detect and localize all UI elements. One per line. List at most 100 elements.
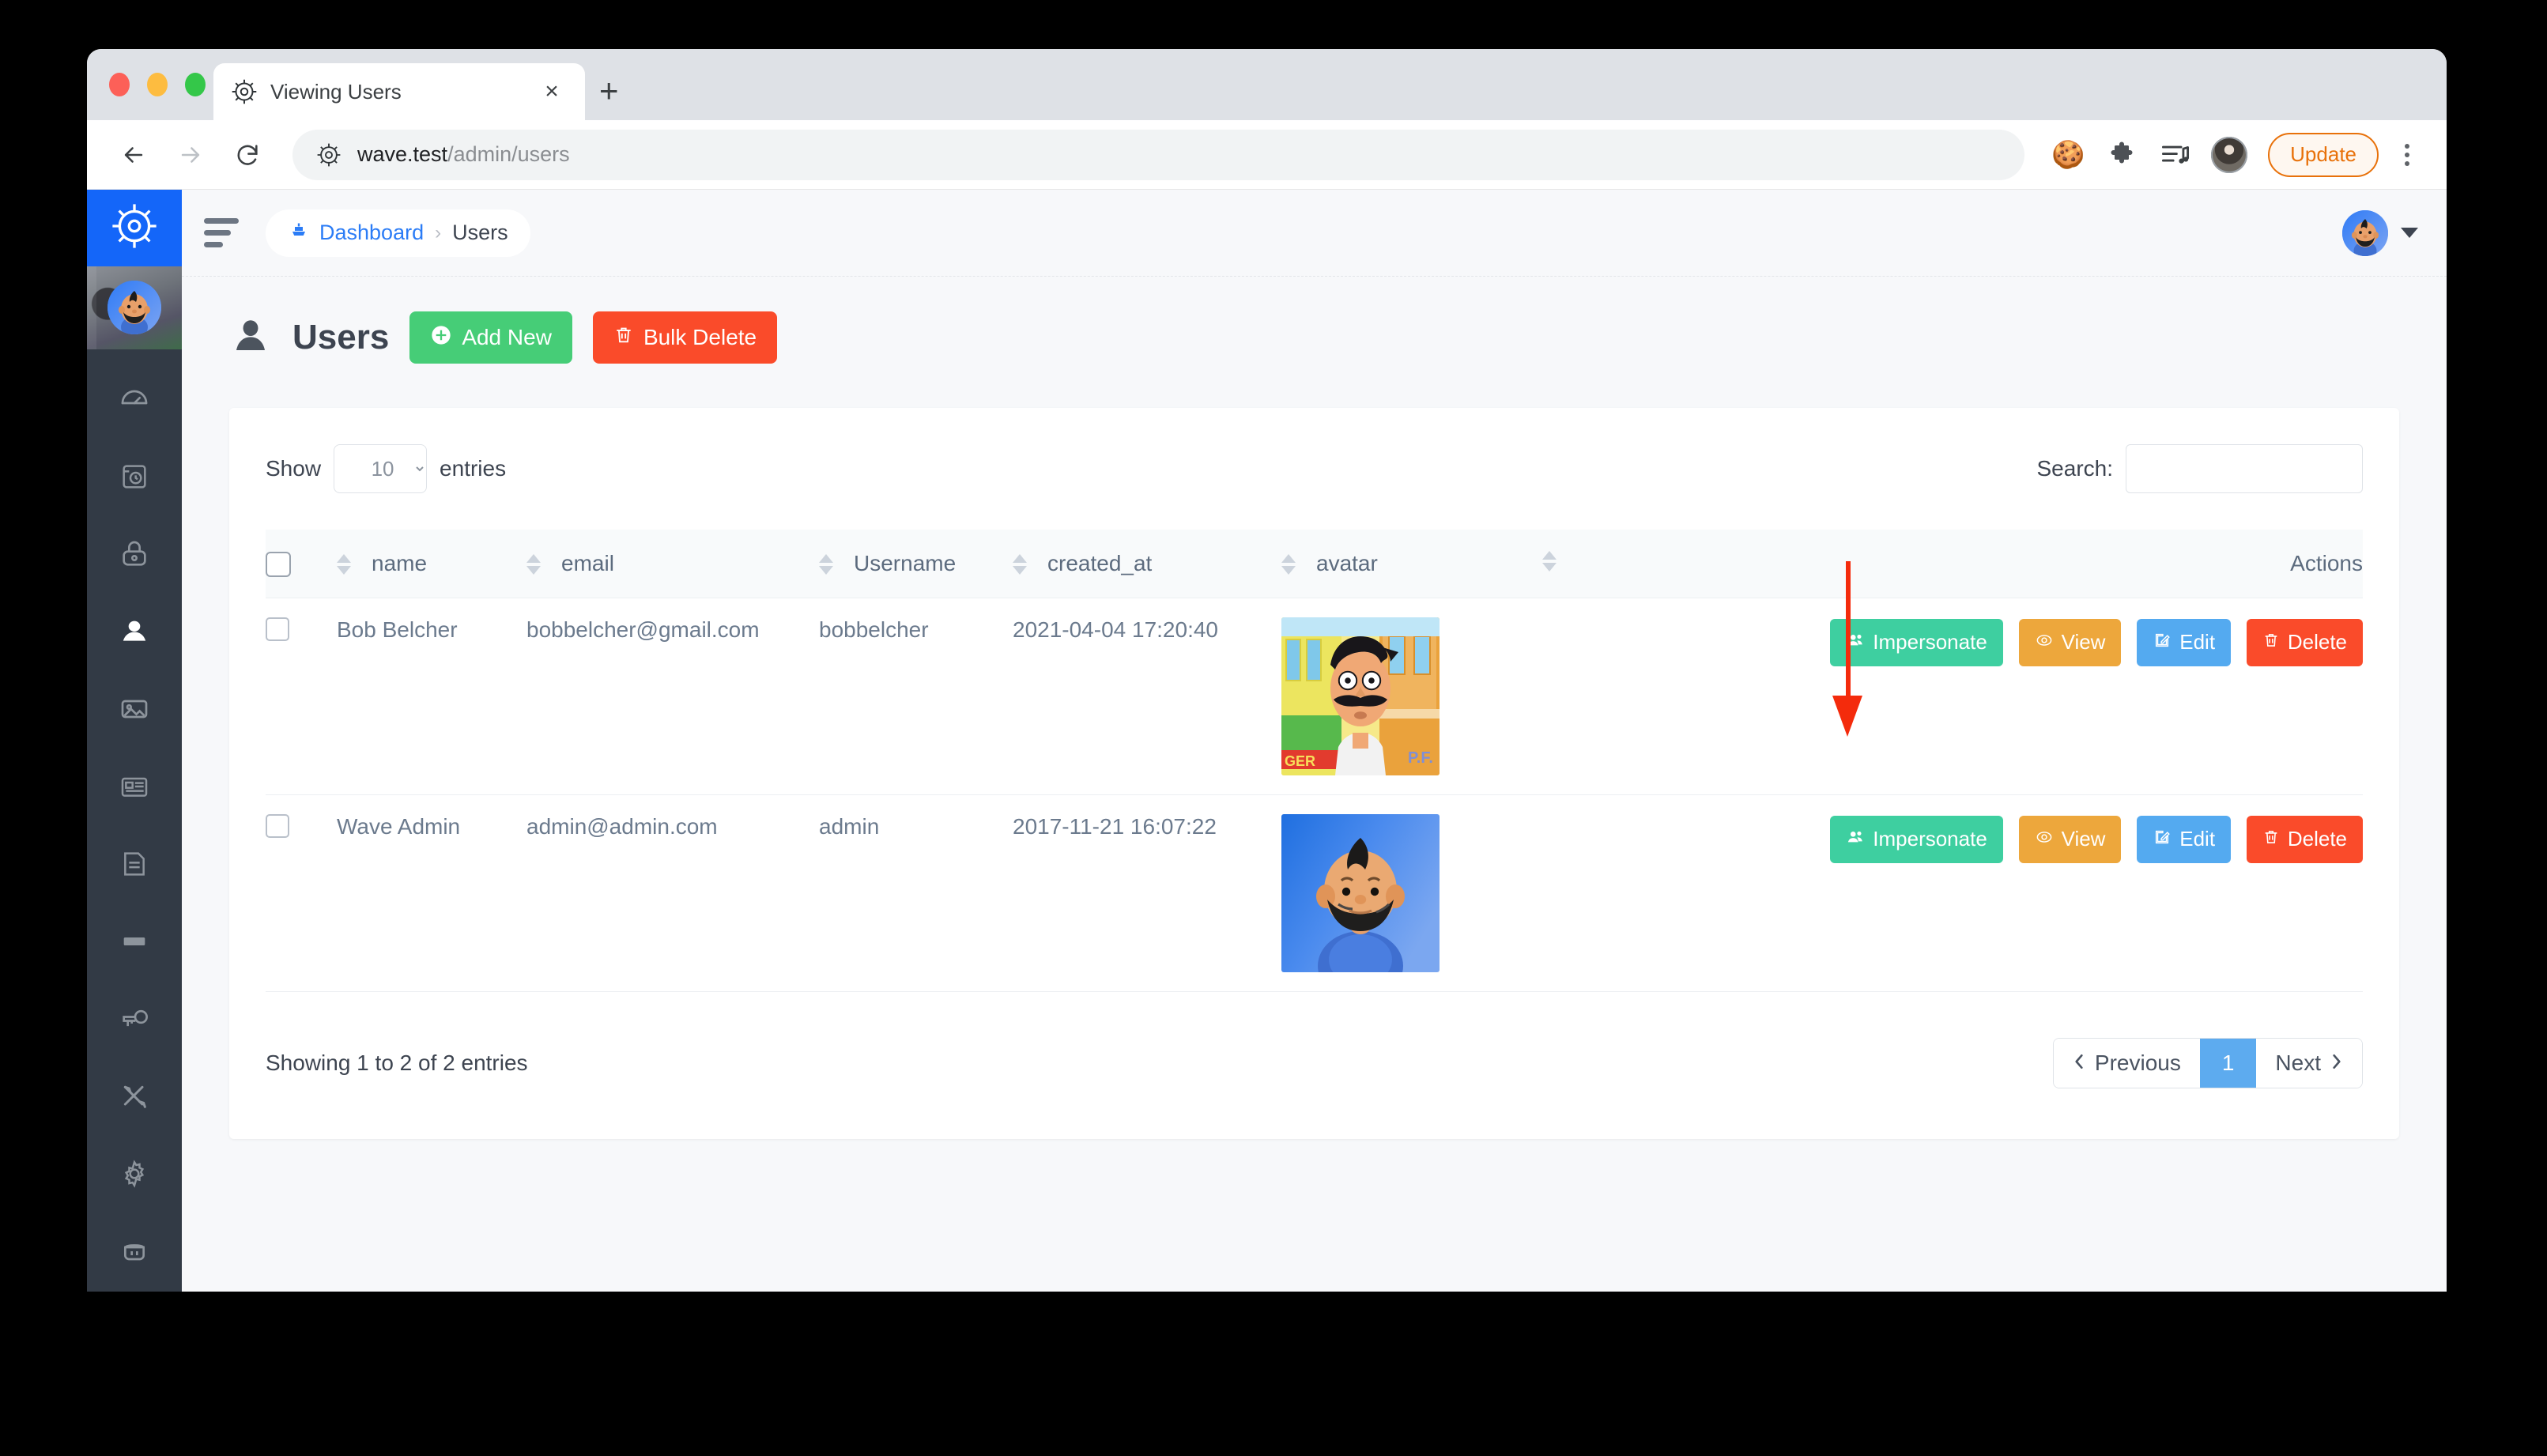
sort-icon[interactable] [1281,554,1296,575]
page-1-button[interactable]: 1 [2199,1038,2257,1088]
impersonate-button[interactable]: Impersonate [1830,618,2003,666]
previous-label: Previous [2094,1050,2181,1075]
users-table: name email Username created_at avatar Ac… [266,530,2363,992]
update-button[interactable]: Update [2268,132,2379,177]
sidebar-item-themes[interactable] [87,1214,182,1292]
sidebar-item-dashboard[interactable] [87,362,182,439]
back-button[interactable] [109,130,158,179]
breadcrumb-separator: › [435,221,442,243]
address-domain: wave.test [357,142,448,166]
view-label: View [2061,827,2106,851]
search-input[interactable] [2126,444,2363,493]
row-checkbox[interactable] [266,813,289,838]
cell-created-at: 2017-11-21 16:07:22 [1013,794,1281,992]
view-button[interactable]: View [2018,815,2122,863]
sidebar-item-settings[interactable] [87,1137,182,1214]
reload-button[interactable] [223,130,272,179]
new-tab-button[interactable]: + [599,74,619,108]
sidebar-item-roles[interactable] [87,517,182,594]
edit-button[interactable]: Edit [2137,618,2232,666]
sidebar-item-posts[interactable] [87,749,182,827]
sidebar-item-pages[interactable] [87,827,182,904]
th-email[interactable]: email [526,530,819,598]
cell-avatar: GER P.F. [1281,598,1542,795]
lock-icon [119,538,150,574]
previous-page-button[interactable]: Previous [2053,1038,2200,1088]
browser-profile-avatar[interactable] [2206,132,2252,178]
cell-select [266,598,337,795]
sort-icon[interactable] [526,554,541,575]
chevron-down-icon[interactable] [2401,228,2418,238]
th-name[interactable]: name [337,530,526,598]
edit-button[interactable]: Edit [2137,815,2232,863]
cell-created-at: 2021-04-04 17:20:40 [1013,598,1281,795]
users-icon [1846,827,1865,851]
sidebar-item-history[interactable] [87,439,182,517]
page-length-select[interactable]: 10 [334,444,428,493]
th-username[interactable]: Username [819,530,1013,598]
sidebar-item-announcements[interactable] [87,982,182,1059]
cell-select [266,794,337,992]
delete-label: Delete [2287,630,2347,654]
show-entries-control: Show 10 entries [266,444,506,493]
select-all-checkbox[interactable] [266,551,291,577]
cookie-icon[interactable]: 🍪 [2045,132,2091,178]
view-button[interactable]: View [2018,618,2122,666]
sort-icon[interactable] [337,554,351,575]
page-title: Users [292,318,390,356]
media-playlist-icon[interactable] [2153,132,2198,178]
extensions-puzzle-icon[interactable] [2099,132,2145,178]
cell-username: bobbelcher [819,598,1013,795]
sort-icon[interactable] [1542,550,1556,571]
image-icon [119,693,150,729]
browser-tab[interactable]: Viewing Users × [213,63,585,120]
sidebar-logo[interactable] [87,190,182,266]
maximize-window-button[interactable] [185,73,206,96]
add-new-button[interactable]: Add New [409,311,572,364]
row-checkbox[interactable] [266,617,289,641]
user-icon [119,616,150,651]
impersonate-button[interactable]: Impersonate [1830,815,2003,863]
user-menu[interactable] [2342,209,2418,256]
th-created-at[interactable]: created_at [1013,530,1281,598]
sidebar-item-blocks[interactable] [87,904,182,982]
ship-wheel-icon [231,78,258,105]
sidebar-profile[interactable] [87,266,182,349]
minimize-window-button[interactable] [147,73,168,96]
delete-button[interactable]: Delete [2246,815,2363,863]
sort-icon[interactable] [1013,554,1027,575]
forward-button[interactable] [166,130,215,179]
trash-icon [2262,630,2280,654]
breadcrumb-dashboard-label: Dashboard [319,221,424,244]
cell-actions: Impersonate View Edit Delete [1542,794,2363,992]
table-row: Bob Belcher bobbelcher@gmail.com bobbelc… [266,598,2363,795]
window-traffic-lights [109,73,206,96]
th-avatar[interactable]: avatar [1281,530,1542,598]
hamburger-icon[interactable] [204,218,245,247]
eye-icon [2035,630,2054,654]
delete-button[interactable]: Delete [2246,618,2363,666]
address-bar[interactable]: wave.test/admin/users [292,129,2025,180]
next-page-button[interactable]: Next [2256,1038,2362,1088]
browser-menu-button[interactable] [2390,133,2424,177]
address-path: /admin/users [447,142,570,166]
sort-icon[interactable] [819,554,833,575]
cell-name: Wave Admin [337,794,526,992]
th-username-label: Username [854,550,957,575]
th-name-label: name [372,550,428,575]
cell-username: admin [819,794,1013,992]
close-window-button[interactable] [109,73,130,96]
sidebar-item-users[interactable] [87,594,182,672]
ship-wheel-icon [316,142,341,168]
sidebar-item-tools[interactable] [87,1059,182,1137]
mohawk-avatar [1281,813,1440,972]
page-content: Users Add New Bulk Delete Show 10 entrie… [182,277,2447,1292]
bulk-delete-button[interactable]: Bulk Delete [592,311,778,364]
table-footer: Showing 1 to 2 of 2 entries Previous 1 N… [266,1037,2363,1088]
block-icon [119,926,150,961]
breadcrumb-dashboard-link[interactable]: Dashboard [288,221,424,245]
close-icon[interactable]: × [536,80,568,104]
add-new-label: Add New [462,325,552,349]
avatar [108,281,161,335]
sidebar-item-media[interactable] [87,672,182,749]
